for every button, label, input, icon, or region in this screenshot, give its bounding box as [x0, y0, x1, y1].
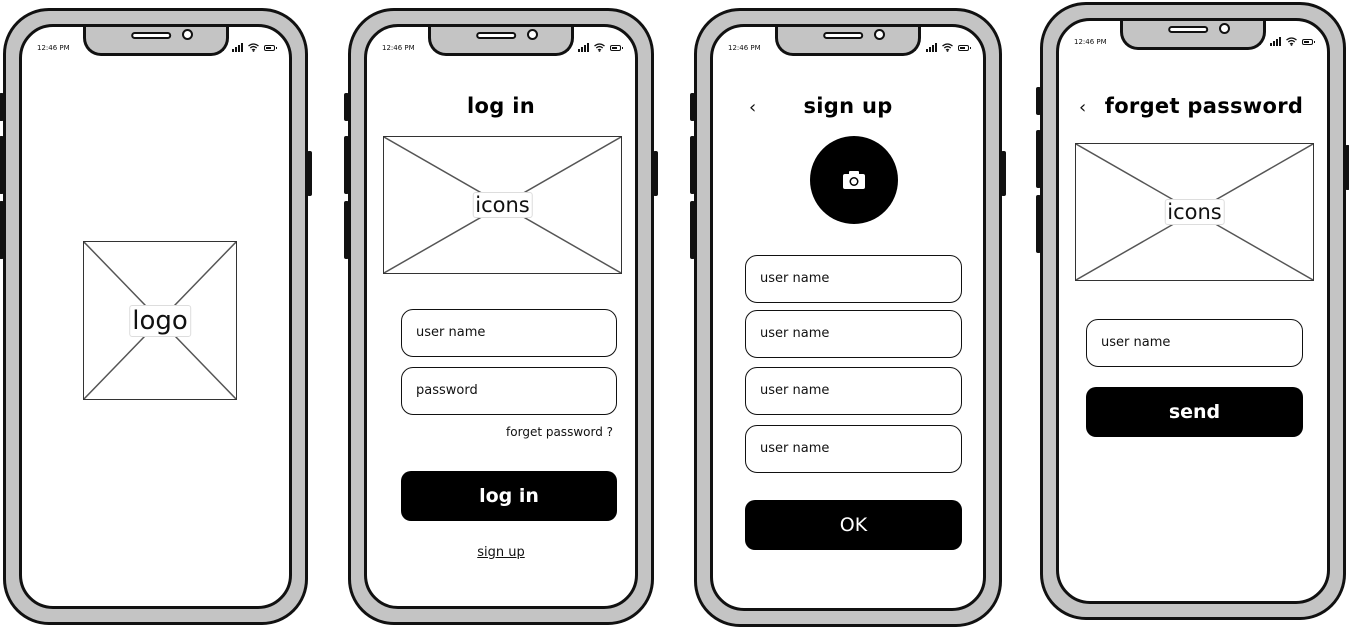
side-button — [690, 136, 695, 194]
status-icons — [578, 42, 623, 52]
side-button — [1036, 130, 1041, 188]
status-time: 12:46 PM — [728, 44, 761, 52]
camera-icon — [843, 171, 865, 189]
icons-placeholder: icons — [1075, 143, 1314, 281]
side-button — [653, 151, 658, 196]
logo-label: logo — [129, 304, 191, 337]
side-button — [0, 201, 4, 259]
phone-frame-forgot: 12:46 PM ‹ forget password icons user na… — [1036, 2, 1349, 620]
screen-forgot: 12:46 PM ‹ forget password icons user na… — [1056, 18, 1330, 604]
wifi-icon — [1286, 37, 1297, 46]
speaker-icon — [130, 32, 171, 39]
battery-icon — [610, 45, 623, 51]
side-button — [690, 201, 695, 259]
side-button — [1001, 151, 1006, 196]
username-input[interactable]: user name — [1086, 319, 1303, 367]
front-camera-icon — [181, 29, 193, 40]
front-camera-icon — [874, 29, 885, 40]
side-button — [690, 93, 695, 121]
page-title: forget password — [1104, 94, 1304, 118]
battery-icon — [1302, 39, 1315, 45]
battery-icon — [264, 45, 277, 51]
wifi-icon — [942, 43, 953, 52]
signal-icon — [926, 43, 937, 52]
phone-frame-login: 12:46 PM log in icons user name password… — [344, 8, 658, 625]
page-title: sign up — [803, 94, 893, 118]
side-button — [344, 201, 349, 259]
signal-icon — [578, 43, 589, 52]
side-button — [1036, 87, 1041, 115]
side-button — [0, 93, 4, 121]
status-time: 12:46 PM — [382, 44, 415, 52]
status-time: 12:46 PM — [1074, 38, 1107, 46]
notch — [1120, 21, 1266, 50]
forgot-password-link[interactable]: forget password ? — [506, 425, 613, 439]
status-icons — [1270, 36, 1315, 46]
side-button — [344, 136, 349, 194]
icons-label: icons — [1164, 199, 1225, 225]
screen-splash: 12:46 PM logo — [19, 24, 292, 609]
logo-placeholder: logo — [83, 241, 237, 400]
signal-icon — [1270, 37, 1281, 46]
login-button[interactable]: log in — [401, 471, 617, 521]
signup-field-4[interactable]: user name — [745, 425, 962, 473]
signup-link[interactable]: sign up — [367, 545, 635, 560]
signup-field-3[interactable]: user name — [745, 367, 962, 415]
page-title: log in — [467, 94, 535, 118]
battery-icon — [958, 45, 971, 51]
side-button — [1345, 145, 1349, 190]
icons-label: icons — [472, 192, 533, 218]
signup-field-1[interactable]: user name — [745, 255, 962, 303]
wifi-icon — [594, 43, 605, 52]
notch — [775, 27, 921, 56]
notch — [82, 27, 229, 56]
phone-frame-splash: 12:46 PM logo — [0, 8, 312, 625]
status-icons — [232, 42, 277, 52]
profile-photo-button[interactable] — [810, 136, 898, 224]
signal-icon — [232, 43, 243, 52]
front-camera-icon — [527, 29, 538, 40]
notch — [428, 27, 574, 56]
send-button[interactable]: send — [1086, 387, 1303, 437]
speaker-icon — [823, 32, 864, 39]
status-time: 12:46 PM — [37, 44, 70, 52]
speaker-icon — [476, 32, 517, 39]
side-button — [344, 93, 349, 121]
screen-login: 12:46 PM log in icons user name password… — [364, 24, 638, 609]
username-input[interactable]: user name — [401, 309, 617, 357]
wifi-icon — [248, 43, 259, 52]
side-button — [1036, 195, 1041, 253]
side-button — [307, 151, 312, 196]
side-button — [0, 136, 4, 194]
password-input[interactable]: password — [401, 367, 617, 415]
screen-signup: 12:46 PM ‹ sign up user name user name u… — [710, 24, 986, 611]
phone-frame-signup: 12:46 PM ‹ sign up user name user name u… — [690, 8, 1006, 627]
icons-placeholder: icons — [383, 136, 622, 274]
signup-field-2[interactable]: user name — [745, 310, 962, 358]
ok-button[interactable]: OK — [745, 500, 962, 550]
speaker-icon — [1168, 26, 1209, 33]
front-camera-icon — [1219, 23, 1230, 34]
status-icons — [926, 42, 971, 52]
